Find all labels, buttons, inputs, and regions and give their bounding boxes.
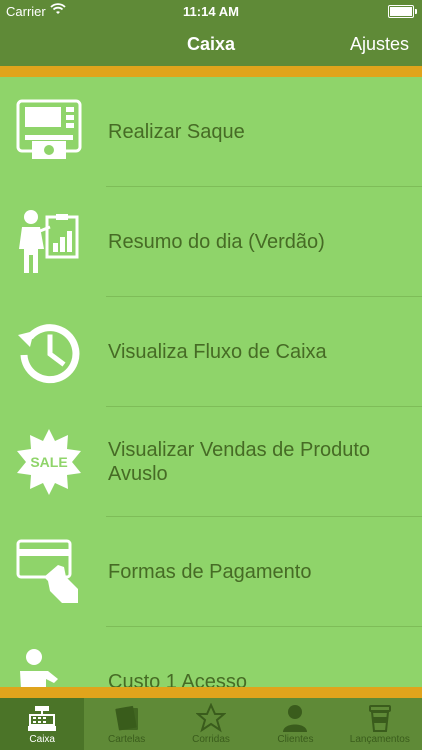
menu-item-label: Resumo do dia (Verdão)	[108, 231, 325, 253]
menu-item-label: Formas de Pagamento	[108, 561, 312, 583]
status-time: 11:14 AM	[183, 4, 239, 19]
navigation-bar: Caixa Ajustes	[0, 22, 422, 66]
menu-item-label: Realizar Saque	[108, 121, 245, 143]
menu-item-label: Custo 1 Acesso	[108, 671, 247, 687]
settings-button[interactable]: Ajustes	[350, 34, 409, 55]
menu-item-fluxo-de-caixa[interactable]: Visualiza Fluxo de Caixa	[0, 297, 422, 407]
sale-badge-text: SALE	[30, 454, 67, 470]
tab-cartelas[interactable]: Cartelas	[84, 698, 168, 750]
card-hand-icon	[16, 539, 78, 603]
menu-item-custo-acesso[interactable]: Custo 1 Acesso	[0, 627, 422, 687]
tab-bar: Caixa Cartelas Corridas Clientes Lançame…	[0, 698, 422, 750]
header-divider	[0, 66, 422, 77]
cup-icon	[368, 705, 391, 732]
menu-item-vendas-avulso[interactable]: SALE Visualizar Vendas de Produto Avuslo	[0, 407, 422, 517]
presenter-chart-icon	[19, 210, 79, 273]
menu-item-resumo-do-dia[interactable]: Resumo do dia (Verdão)	[0, 187, 422, 297]
star-icon	[196, 703, 227, 733]
battery-icon	[388, 5, 417, 18]
atm-icon	[16, 99, 82, 159]
tab-corridas[interactable]: Corridas	[169, 698, 253, 750]
tab-label: Cartelas	[107, 734, 146, 745]
cash-register-icon	[28, 706, 57, 731]
tab-label: Caixa	[29, 734, 55, 745]
menu-item-formas-de-pagamento[interactable]: Formas de Pagamento	[0, 517, 422, 627]
status-bar: Carrier 11:14 AM	[0, 0, 422, 22]
tabbar-divider	[0, 687, 422, 698]
menu-item-label: Visualizar Vendas de Produto Avuslo	[108, 439, 371, 485]
sale-badge-icon: SALE	[17, 429, 81, 495]
tab-label: Corridas	[192, 734, 230, 745]
tab-label: Lançamentos	[349, 734, 410, 745]
menu-list: Realizar Saque Resumo do dia (Verdão) Vi…	[0, 77, 422, 687]
tab-caixa[interactable]: Caixa	[0, 698, 85, 750]
tab-label: Clientes	[277, 734, 314, 745]
menu-item-label: Visualiza Fluxo de Caixa	[108, 341, 327, 363]
person-icon	[20, 649, 58, 687]
tab-clientes[interactable]: Clientes	[253, 698, 337, 750]
tab-lancamentos[interactable]: Lançamentos	[338, 698, 422, 750]
menu-item-realizar-saque[interactable]: Realizar Saque	[0, 77, 422, 187]
cards-icon	[115, 705, 138, 731]
history-clock-icon	[18, 324, 80, 384]
user-icon	[283, 705, 308, 732]
